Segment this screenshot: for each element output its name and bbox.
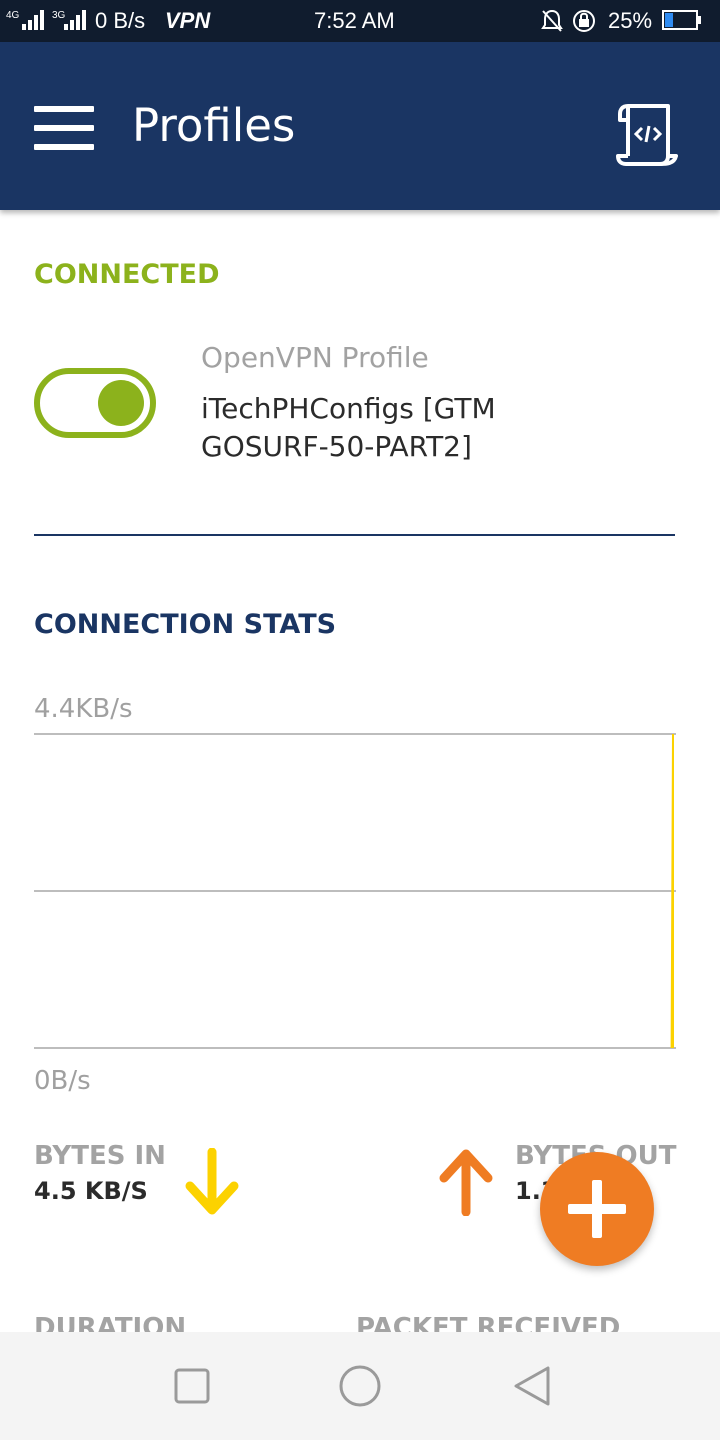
profile-name[interactable]: iTechPHConfigs [GTM GOSURF-50-PART2] [201, 390, 621, 466]
battery-fill [665, 13, 673, 27]
battery-icon [662, 10, 698, 30]
back-icon[interactable] [512, 1364, 552, 1408]
plus-icon-horizontal [568, 1204, 626, 1214]
upload-arrow-icon [439, 1149, 493, 1216]
status-bar: 4G 3G 0 B/s VPN 7:52 AM 25% [0, 0, 720, 42]
home-icon[interactable] [338, 1364, 382, 1408]
import-config-icon[interactable] [614, 98, 680, 168]
connection-toggle[interactable] [34, 368, 156, 438]
recent-apps-icon[interactable] [174, 1368, 210, 1404]
network-speed: 0 B/s [95, 8, 146, 33]
section-divider [34, 534, 675, 536]
rotation-lock-icon [573, 10, 595, 32]
connection-status-label: CONNECTED [34, 259, 220, 290]
page-title: Profiles [132, 99, 296, 152]
app-bar: Profiles [0, 42, 720, 210]
signal-icon-2 [64, 10, 86, 30]
vpn-indicator: VPN [165, 8, 211, 33]
download-arrow-icon [185, 1148, 239, 1215]
bytes-in-label: BYTES IN [34, 1141, 166, 1171]
add-profile-button[interactable] [540, 1152, 654, 1266]
clock: 7:52 AM [314, 8, 395, 33]
battery-percent: 25% [608, 8, 653, 33]
profile-type: OpenVPN Profile [201, 341, 429, 374]
toggle-knob [98, 380, 144, 426]
bytes-in-value: 4.5 KB/S [34, 1177, 148, 1205]
network-type-label: 4G [6, 10, 20, 21]
alarm-off-icon [541, 9, 563, 32]
battery-tip [698, 16, 701, 24]
menu-icon[interactable] [34, 106, 94, 150]
chart-y-min-label: 0B/s [34, 1066, 91, 1096]
chart-y-max-label: 4.4KB/s [34, 694, 133, 724]
signal-icon [22, 10, 44, 30]
system-navigation-bar [0, 1332, 720, 1440]
traffic-chart [34, 733, 676, 1049]
connection-stats-title: CONNECTION STATS [34, 609, 337, 640]
